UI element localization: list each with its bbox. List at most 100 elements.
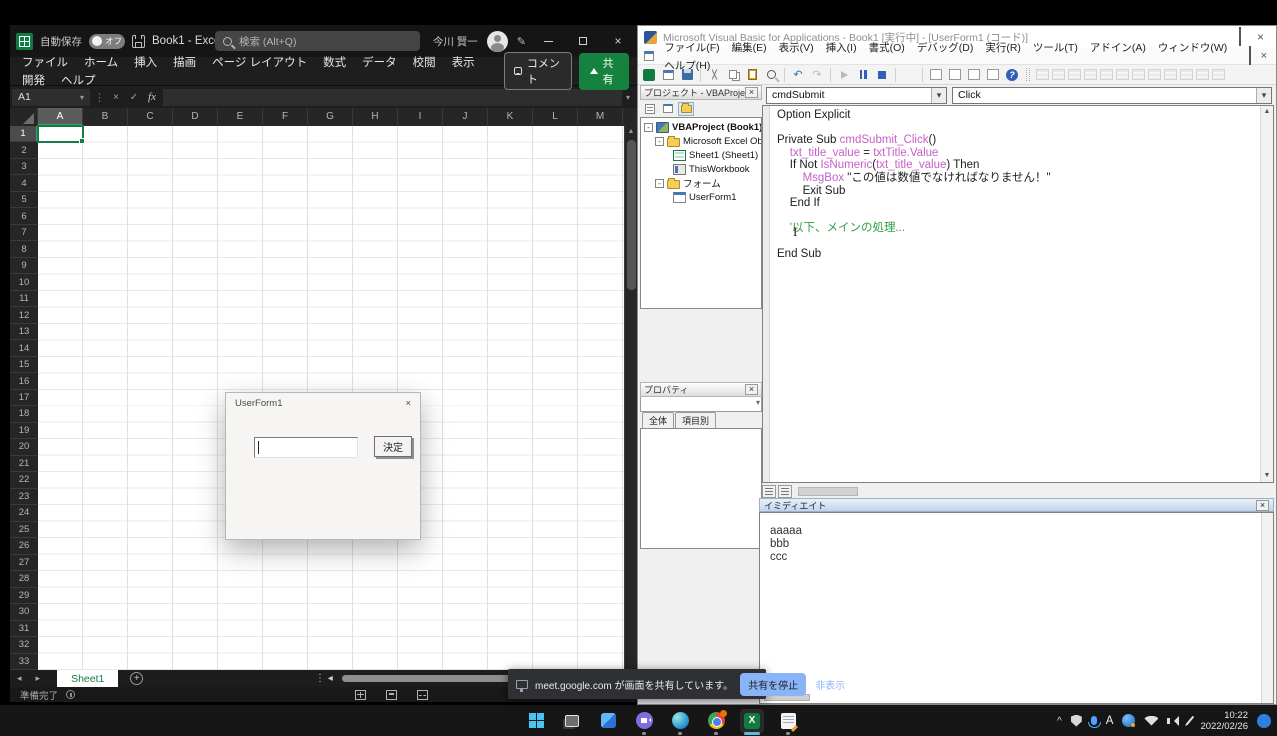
row-header[interactable]: 23	[10, 489, 38, 505]
tree-expander-icon[interactable]: -	[655, 137, 664, 146]
immediate-close-icon[interactable]: ×	[1256, 500, 1269, 511]
reset-icon[interactable]	[874, 67, 890, 82]
properties-tab[interactable]: 項目別	[675, 412, 716, 428]
save-icon[interactable]	[679, 67, 695, 82]
edit-toolbar-icon[interactable]	[1116, 69, 1129, 80]
row-header[interactable]: 1	[10, 126, 38, 142]
column-header[interactable]: D	[173, 108, 218, 126]
column-header[interactable]: G	[308, 108, 353, 126]
project-tree-item[interactable]: -VBAProject (Book1)	[641, 120, 761, 134]
edit-toolbar-icon[interactable]	[1036, 69, 1049, 80]
row-header[interactable]: 2	[10, 142, 38, 158]
row-header[interactable]: 31	[10, 621, 38, 637]
ribbon-tab[interactable]: 数式	[315, 52, 354, 74]
row-header[interactable]: 30	[10, 604, 38, 620]
column-header[interactable]: C	[128, 108, 173, 126]
row-header[interactable]: 13	[10, 324, 38, 340]
immediate-header[interactable]: イミディエイト ×	[759, 498, 1274, 512]
meet-icon[interactable]	[632, 709, 656, 733]
sheetbar-divider[interactable]: ⋮ ◂	[315, 673, 333, 684]
row-header[interactable]: 20	[10, 439, 38, 455]
row-header[interactable]: 24	[10, 505, 38, 521]
edit-toolbar-icon[interactable]	[1164, 69, 1177, 80]
sheet-next-icon[interactable]: ▸	[29, 673, 48, 684]
row-header[interactable]: 14	[10, 340, 38, 356]
select-all-corner[interactable]	[10, 108, 38, 126]
run-icon[interactable]	[836, 67, 852, 82]
properties-object-dropdown[interactable]	[640, 397, 762, 412]
grid-vertical-scrollbar[interactable]: ▲	[624, 126, 637, 670]
excel-logo-icon[interactable]	[16, 33, 33, 50]
help-icon[interactable]: ?	[1004, 67, 1020, 82]
sheet-prev-icon[interactable]: ◂	[10, 673, 29, 684]
normal-view-icon[interactable]	[355, 690, 366, 700]
userform-close-icon[interactable]: ×	[405, 398, 411, 409]
toolbar-handle-icon[interactable]	[1026, 68, 1030, 81]
break-icon[interactable]	[855, 67, 871, 82]
object-browser-icon[interactable]	[966, 67, 982, 82]
maximize-button[interactable]	[570, 29, 596, 53]
column-header[interactable]: E	[218, 108, 263, 126]
tree-expander-icon[interactable]: -	[655, 179, 664, 188]
ribbon-tab[interactable]: 挿入	[126, 52, 165, 74]
properties-panel-close-icon[interactable]: ×	[745, 384, 758, 395]
vba-menu-item[interactable]: ファイル(F)	[658, 40, 725, 56]
userform-title-bar[interactable]: UserForm1 ×	[226, 393, 420, 413]
row-header[interactable]: 29	[10, 588, 38, 604]
share-button[interactable]: 共有	[579, 53, 629, 90]
userform-text-input[interactable]	[254, 437, 358, 458]
ribbon-tab[interactable]: ヘルプ	[53, 70, 104, 92]
row-header[interactable]: 18	[10, 406, 38, 422]
design-mode-icon[interactable]	[901, 67, 917, 82]
cancel-icon[interactable]: ×	[109, 92, 123, 103]
row-header[interactable]: 21	[10, 456, 38, 472]
notification-badge-icon[interactable]	[1257, 714, 1271, 728]
start-icon[interactable]	[524, 709, 548, 733]
tray-chevron-up-icon[interactable]: ^	[1057, 715, 1062, 726]
column-header[interactable]: B	[83, 108, 128, 126]
sheet-tab-active[interactable]: Sheet1	[57, 670, 118, 687]
row-header[interactable]: 27	[10, 555, 38, 571]
page-break-view-icon[interactable]	[417, 690, 428, 700]
row-header[interactable]: 9	[10, 258, 38, 274]
stop-sharing-button[interactable]: 共有を停止	[740, 673, 806, 696]
properties-list[interactable]	[640, 428, 762, 549]
code-editor[interactable]: Option Explicit Private Sub cmdSubmit_Cl…	[762, 105, 1274, 483]
edit-toolbar-icon[interactable]	[1196, 69, 1209, 80]
child-window-icon[interactable]	[644, 51, 654, 61]
copy-icon[interactable]	[725, 67, 741, 82]
code-horizontal-scrollbar[interactable]	[798, 487, 858, 496]
insert-userform-icon[interactable]	[660, 67, 676, 82]
column-header[interactable]: J	[443, 108, 488, 126]
tray-tray-app-icon[interactable]	[1122, 714, 1135, 727]
row-header[interactable]: 10	[10, 274, 38, 290]
toolbox-icon[interactable]	[985, 67, 1001, 82]
project-panel-header[interactable]: プロジェクト - VBAProject ×	[640, 85, 762, 100]
edit-toolbar-icon[interactable]	[1100, 69, 1113, 80]
project-tree-item[interactable]: -Microsoft Excel Object	[641, 134, 761, 148]
view-code-icon[interactable]	[642, 102, 658, 116]
column-header[interactable]: A	[38, 108, 83, 126]
column-header[interactable]: M	[578, 108, 623, 126]
code-vertical-scrollbar[interactable]: ▲▼	[1260, 106, 1273, 482]
tray-ime-icon[interactable]: A	[1106, 715, 1114, 727]
vba-menu-item[interactable]: ツール(T)	[1027, 40, 1084, 56]
find-icon[interactable]	[763, 67, 779, 82]
tree-expander-icon[interactable]: -	[644, 123, 653, 132]
row-header[interactable]: 22	[10, 472, 38, 488]
ribbon-tab[interactable]: 表示	[444, 52, 483, 74]
scroll-up-icon[interactable]: ▲	[625, 126, 637, 138]
avatar[interactable]	[487, 31, 508, 52]
object-dropdown[interactable]: cmdSubmit	[766, 87, 947, 104]
row-header[interactable]: 33	[10, 654, 38, 670]
row-header[interactable]: 3	[10, 159, 38, 175]
row-header[interactable]: 12	[10, 307, 38, 323]
row-header[interactable]: 6	[10, 208, 38, 224]
vba-menu-item[interactable]: 実行(R)	[979, 40, 1027, 56]
ribbon-tab[interactable]: 校閲	[405, 52, 444, 74]
properties-tab[interactable]: 全体	[642, 412, 674, 428]
edge-icon[interactable]	[668, 709, 692, 733]
task-view-icon[interactable]	[560, 709, 584, 733]
edit-toolbar-icon[interactable]	[1132, 69, 1145, 80]
row-header[interactable]: 11	[10, 291, 38, 307]
